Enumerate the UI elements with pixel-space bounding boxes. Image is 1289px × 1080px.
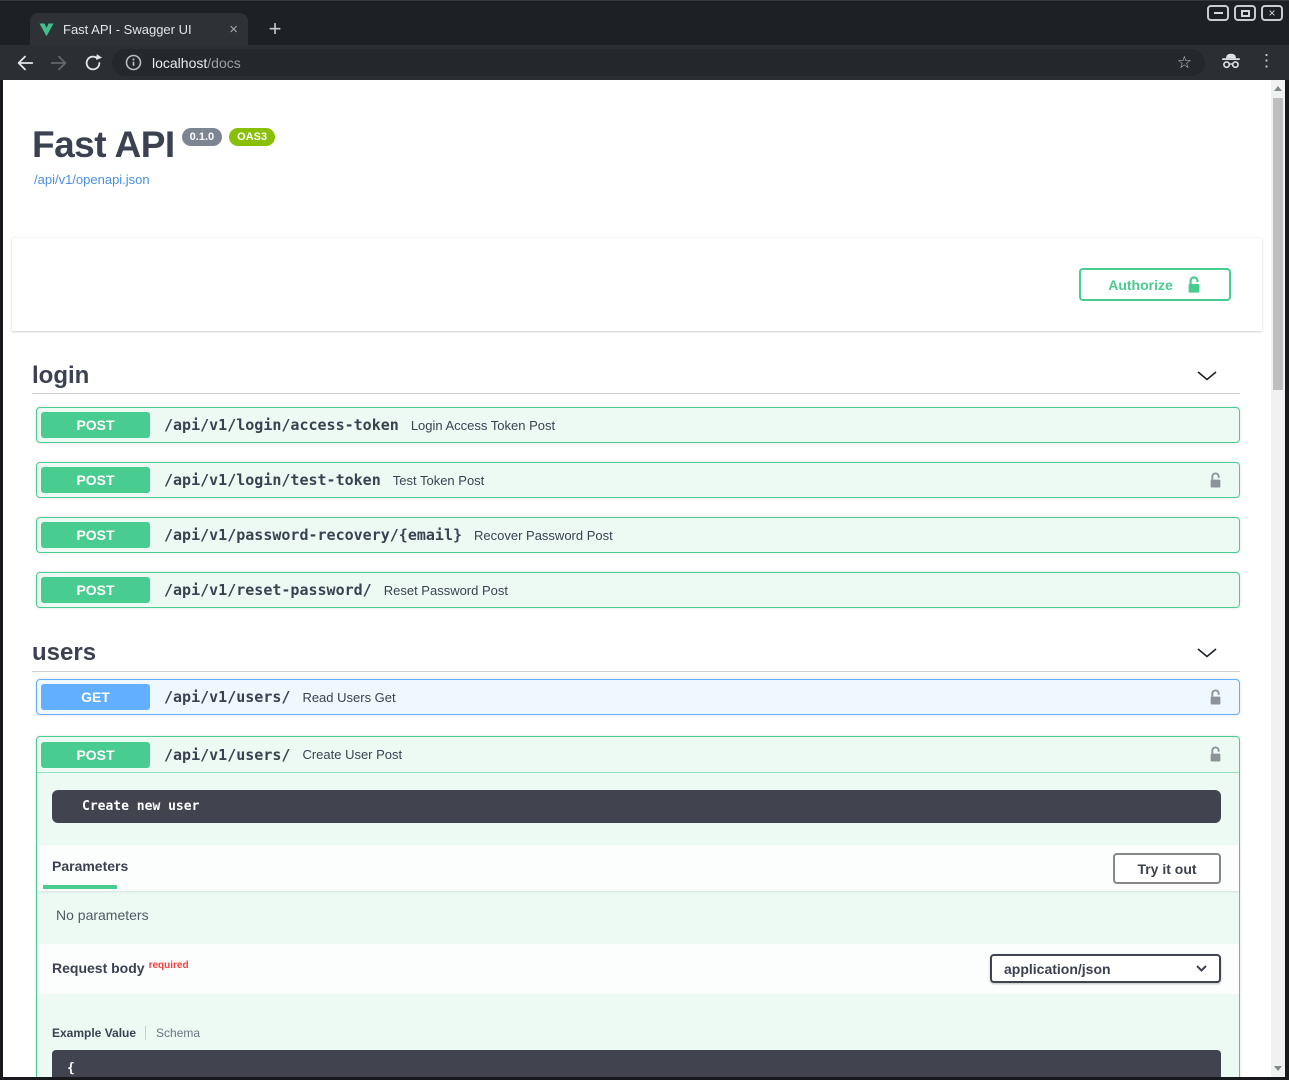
endpoint-path: /api/v1/password-recovery/{email} (164, 526, 462, 544)
method-badge: GET (41, 684, 150, 710)
operation-block-expanded: POST /api/v1/users/ Create User Post Cre… (36, 736, 1240, 1077)
scrollbar-thumb[interactable] (1273, 98, 1283, 390)
request-body-text: Request body (52, 960, 145, 976)
page-title: Fast API (32, 124, 175, 165)
reload-button[interactable] (82, 52, 104, 74)
auth-lock-button[interactable] (1208, 689, 1223, 706)
scrollbar-down-arrow[interactable] (1274, 1066, 1282, 1071)
maximize-icon (1241, 10, 1250, 17)
endpoint-path: /api/v1/users/ (164, 688, 290, 706)
operation-row[interactable]: POST /api/v1/login/test-token Test Token… (36, 462, 1240, 498)
minimize-button[interactable] (1207, 5, 1229, 21)
auth-lock-button[interactable] (1208, 746, 1223, 763)
oas-badge: OAS3 (229, 128, 275, 146)
auth-lock-button[interactable] (1208, 472, 1223, 489)
chevron-down-icon (1196, 648, 1218, 658)
site-info-icon[interactable] (125, 54, 142, 71)
forward-icon (52, 57, 66, 70)
minimize-icon (1214, 12, 1223, 14)
page-scrollbar[interactable] (1271, 80, 1285, 1077)
scheme-container: Authorize (12, 238, 1262, 331)
scrollbar-up-arrow[interactable] (1274, 86, 1282, 91)
tag-name: login (32, 362, 89, 390)
forward-button[interactable] (48, 52, 70, 74)
operation-description: Create new user (52, 790, 1221, 823)
parameters-tab: Parameters (52, 858, 128, 874)
url-host: localhost (152, 55, 207, 71)
reload-icon (96, 54, 102, 60)
required-flag: required (149, 960, 189, 971)
new-tab-button[interactable]: + (260, 14, 290, 44)
authorize-label: Authorize (1108, 277, 1173, 293)
request-body-section: Request body required application/json (37, 944, 1239, 994)
media-type-value: application/json (1004, 961, 1111, 977)
method-badge: POST (41, 577, 150, 603)
swagger-page: Fast API 0.1.0 OAS3 /api/v1/openapi.json A… (3, 80, 1271, 1077)
endpoint-summary: Create User Post (302, 747, 402, 762)
api-header: Fast API 0.1.0 OAS3 (32, 124, 275, 166)
parameters-header: Parameters Try it out (37, 845, 1239, 891)
media-type-select[interactable]: application/json (990, 954, 1221, 983)
browser-tab[interactable]: Fast API - Swagger UI × (30, 13, 248, 46)
bookmark-star-icon[interactable]: ☆ (1177, 53, 1192, 73)
endpoint-path: /api/v1/login/access-token (164, 416, 399, 434)
window-controls: × (1207, 5, 1283, 21)
tab-close-icon[interactable]: × (229, 21, 238, 38)
endpoint-summary: Test Token Post (393, 473, 485, 488)
browser-menu-icon[interactable]: ⋮ (1258, 51, 1275, 71)
method-badge: POST (41, 742, 150, 768)
method-badge: POST (41, 412, 150, 438)
endpoint-path: /api/v1/users/ (164, 746, 290, 764)
tag-section-users[interactable]: users (32, 635, 1240, 672)
titlebar: Fast API - Swagger UI × + × (0, 0, 1289, 45)
version-badge: 0.1.0 (182, 128, 222, 146)
operation-row[interactable]: GET /api/v1/users/ Read Users Get (36, 679, 1240, 715)
tab-example-value[interactable]: Example Value (52, 1026, 136, 1040)
authorize-button[interactable]: Authorize (1079, 268, 1231, 301)
openapi-spec-link[interactable]: /api/v1/openapi.json (34, 172, 150, 187)
maximize-button[interactable] (1234, 5, 1256, 21)
close-button[interactable]: × (1261, 5, 1283, 21)
back-icon (19, 57, 33, 70)
url-path: /docs (207, 55, 240, 71)
tab-title: Fast API - Swagger UI (63, 22, 223, 37)
method-badge: POST (41, 467, 150, 493)
unlocked-padlock-icon (1208, 746, 1223, 763)
favicon-icon (39, 22, 54, 37)
unlocked-padlock-icon (1208, 689, 1223, 706)
tag-section-login[interactable]: login (32, 358, 1240, 394)
browser-toolbar: localhost/docs ☆ ⋮ (0, 45, 1289, 80)
try-it-out-button[interactable]: Try it out (1113, 853, 1221, 884)
operation-row[interactable]: POST /api/v1/login/access-token Login Ac… (36, 407, 1240, 443)
operation-row[interactable]: POST /api/v1/reset-password/ Reset Passw… (36, 572, 1240, 608)
endpoint-path: /api/v1/login/test-token (164, 471, 381, 489)
unlocked-padlock-icon (1208, 472, 1223, 489)
tab-schema[interactable]: Schema (145, 1026, 200, 1040)
endpoint-path: /api/v1/reset-password/ (164, 581, 372, 599)
request-body-label: Request body required (52, 960, 189, 976)
model-example-tabs: Example Value Schema (52, 1026, 200, 1040)
no-parameters-text: No parameters (56, 907, 149, 923)
incognito-icon (1221, 53, 1241, 74)
method-badge: POST (41, 522, 150, 548)
operation-row[interactable]: POST /api/v1/password-recovery/{email} R… (36, 517, 1240, 553)
back-button[interactable] (14, 52, 36, 74)
endpoint-summary: Reset Password Post (384, 583, 508, 598)
endpoint-summary: Recover Password Post (474, 528, 613, 543)
browser-window: Fast API - Swagger UI × + × localhost/do… (0, 0, 1289, 1080)
active-tab-underline (43, 885, 117, 889)
chevron-down-icon (1196, 371, 1218, 381)
address-bar[interactable]: localhost/docs ☆ (112, 49, 1205, 76)
url-text[interactable]: localhost/docs (152, 55, 241, 71)
operation-summary[interactable]: POST /api/v1/users/ Create User Post (37, 737, 1239, 773)
chevron-down-icon (1196, 965, 1207, 972)
endpoint-summary: Read Users Get (302, 690, 395, 705)
tag-name: users (32, 639, 96, 667)
endpoint-summary: Login Access Token Post (411, 418, 555, 433)
example-code-block[interactable]: { (52, 1050, 1221, 1077)
unlocked-padlock-icon (1186, 276, 1202, 294)
